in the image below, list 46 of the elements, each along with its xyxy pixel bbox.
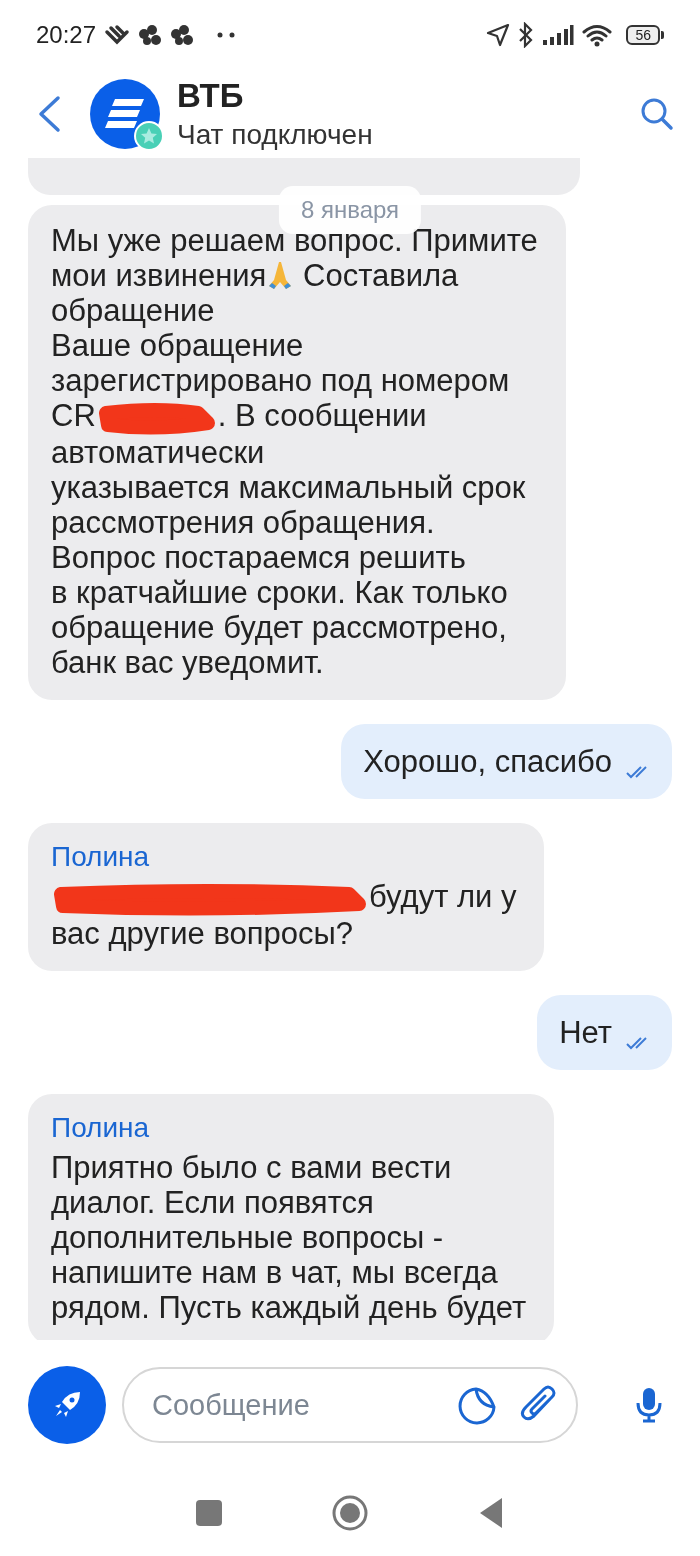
message-text: мои извинения bbox=[51, 258, 267, 293]
back-button[interactable] bbox=[36, 95, 62, 133]
message-text: Составила bbox=[302, 258, 459, 293]
message-text: банк вас уведомит. bbox=[51, 644, 324, 680]
message-text: обращение bbox=[51, 293, 215, 328]
search-button[interactable] bbox=[640, 97, 674, 131]
message-text: CR bbox=[51, 398, 96, 433]
message-text: будут ли у bbox=[369, 878, 517, 914]
back-nav-button[interactable] bbox=[478, 1497, 504, 1529]
status-time: 20:27 bbox=[36, 21, 97, 49]
message-text: указывается максимальный срок bbox=[51, 469, 526, 505]
message-text: рассмотрения обращения. bbox=[51, 504, 435, 540]
message-text: Хорошо, спасибо bbox=[363, 743, 612, 779]
message-text: зарегистрировано под номером bbox=[51, 363, 510, 398]
message-input[interactable]: Сообщение bbox=[150, 1387, 436, 1423]
star-badge-icon bbox=[134, 121, 164, 151]
battery-terminal bbox=[661, 31, 664, 39]
location-arrow-icon bbox=[486, 23, 511, 47]
microphone-button[interactable] bbox=[636, 1387, 662, 1423]
stripes-logo-icon bbox=[105, 97, 145, 131]
sticker-button[interactable] bbox=[458, 1385, 498, 1425]
sender-name: Полина bbox=[51, 840, 151, 873]
cloud-icon bbox=[170, 24, 195, 46]
message-text: рядом. Пусть каждый день будет bbox=[51, 1289, 527, 1325]
home-button[interactable] bbox=[332, 1495, 368, 1531]
message-text: дополнительные вопросы - bbox=[51, 1219, 444, 1255]
message-text: Ваше обращение bbox=[51, 328, 304, 363]
message-text: Нет bbox=[559, 1014, 612, 1050]
message-text: Вопрос постараемся решить bbox=[51, 539, 466, 575]
sender-name: Полина bbox=[51, 1111, 151, 1144]
message-text: . В сообщении bbox=[217, 398, 427, 433]
chat-status: Чат подключен bbox=[177, 119, 374, 151]
message-text: обращение будет рассмотрено, bbox=[51, 609, 507, 645]
chat-title: ВТБ bbox=[177, 77, 245, 115]
signal-icon bbox=[542, 24, 575, 46]
cloud-icon bbox=[138, 24, 163, 46]
wifi-icon bbox=[582, 23, 613, 47]
message-text: вас другие вопросы? bbox=[51, 915, 354, 951]
message-text: автоматически bbox=[51, 434, 265, 470]
message-text: диалог. Если появятся bbox=[51, 1184, 374, 1220]
message-field[interactable]: Сообщение bbox=[122, 1367, 578, 1443]
bluetooth-icon bbox=[518, 22, 535, 48]
message-text: Приятно было с вами вести bbox=[51, 1149, 452, 1185]
message-text: напишите нам в чат, мы всегда bbox=[51, 1254, 498, 1290]
message-text: в кратчайшие сроки. Как только bbox=[51, 574, 508, 610]
battery-level: 56 bbox=[626, 25, 660, 45]
